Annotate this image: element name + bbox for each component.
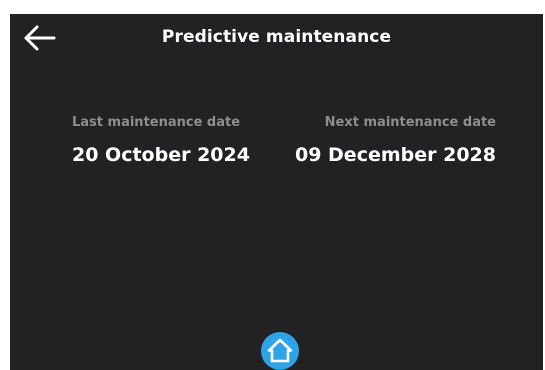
app-screen: Predictive maintenance Last maintenance …: [10, 14, 543, 370]
home-icon: [267, 338, 293, 363]
header-bar: Predictive maintenance: [10, 14, 543, 66]
next-maintenance-label: Next maintenance date: [324, 115, 496, 130]
page-title: Predictive maintenance: [161, 27, 392, 47]
last-maintenance-block: Last maintenance date 20 October 2024: [72, 114, 262, 167]
last-maintenance-date: 20 October 2024: [72, 144, 250, 166]
last-maintenance-label: Last maintenance date: [72, 115, 241, 130]
home-button[interactable]: [261, 332, 299, 370]
next-maintenance-date: 09 December 2028: [294, 144, 496, 166]
next-maintenance-block: Next maintenance date 09 December 2028: [280, 114, 496, 167]
